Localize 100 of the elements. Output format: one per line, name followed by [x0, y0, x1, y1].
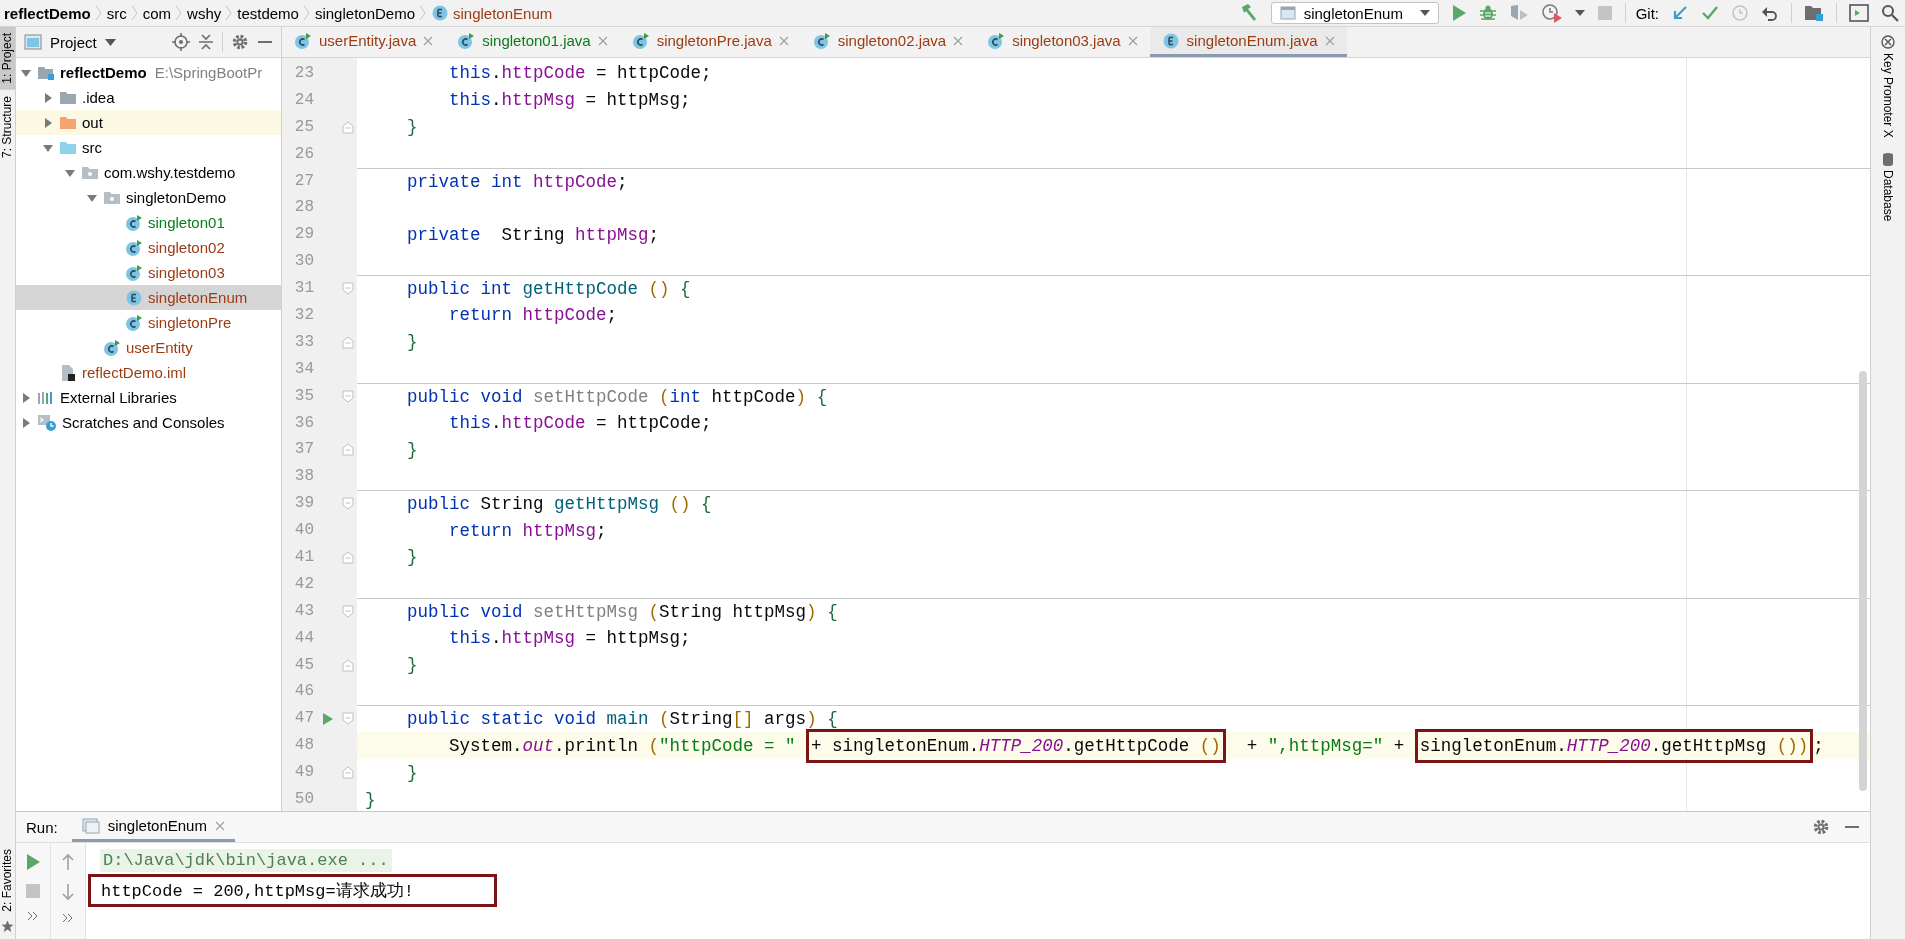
terminal-window-icon[interactable]	[1849, 4, 1869, 22]
tree-item[interactable]: singletonDemo	[16, 185, 281, 210]
tree-item[interactable]: com.wshy.testdemo	[16, 160, 281, 185]
panel-title-dropdown[interactable]: Project	[50, 33, 97, 51]
tool-window-button[interactable]: Key Promoter X	[1881, 53, 1895, 138]
stop-icon[interactable]	[1596, 5, 1613, 21]
enum-icon	[431, 4, 449, 22]
tree-item[interactable]: userEntity	[16, 335, 281, 360]
editor-tab[interactable]: singletonPre.java	[619, 27, 801, 57]
tree-item[interactable]: singleton02	[16, 235, 281, 260]
code-line: }	[406, 546, 418, 570]
checkmark-icon[interactable]	[1701, 4, 1719, 22]
class-icon	[125, 238, 143, 257]
line-number: 44	[293, 627, 314, 649]
crosshair-icon[interactable]	[172, 33, 190, 51]
code-line: public void setHttpMsg (String httpMsg) {	[406, 600, 838, 624]
search-icon[interactable]	[1881, 4, 1899, 22]
plugin-icon[interactable]	[1881, 35, 1895, 49]
tool-window-button[interactable]: 7: Structure	[0, 89, 15, 164]
gear-icon[interactable]	[1812, 818, 1830, 836]
tree-item[interactable]: reflectDemo E:\SpringBootPr	[16, 60, 281, 85]
breadcrumb-item[interactable]: reflectDemo	[4, 4, 91, 22]
update-arrow-icon[interactable]	[1671, 4, 1689, 22]
database-icon[interactable]	[1882, 151, 1894, 166]
tree-item[interactable]: .idea	[16, 85, 281, 110]
collapse-all-icon[interactable]	[198, 33, 214, 51]
line-number: 24	[293, 89, 314, 111]
breadcrumb-item[interactable]: testdemo	[237, 4, 299, 22]
tree-item[interactable]: reflectDemo.iml	[16, 360, 281, 385]
stop-icon[interactable]	[25, 883, 41, 899]
up-arrow-icon[interactable]	[61, 853, 75, 871]
breadcrumb-item[interactable]: com	[142, 4, 172, 22]
tool-window-button[interactable]: 2: Favorites	[0, 843, 15, 918]
close-icon[interactable]	[953, 35, 964, 46]
collapsed-arrow-icon[interactable]	[42, 116, 54, 129]
fold-marker-icon[interactable]	[342, 550, 354, 564]
editor-tab[interactable]: singleton03.java	[975, 27, 1150, 57]
code-line: return httpMsg;	[448, 519, 607, 543]
editor-tab[interactable]: singleton01.java	[445, 27, 620, 57]
coverage-icon[interactable]	[1508, 4, 1529, 22]
breadcrumb-item[interactable]: singletonEnum	[431, 4, 553, 22]
fold-marker-icon[interactable]	[342, 712, 354, 726]
breadcrumb-item[interactable]: wshy	[187, 4, 222, 22]
run-config-dropdown[interactable]: singletonEnum	[1270, 2, 1439, 24]
editor-tab[interactable]: singletonEnum.java	[1149, 27, 1347, 57]
collapsed-arrow-icon[interactable]	[42, 91, 54, 104]
collapsed-arrow-icon[interactable]	[20, 416, 32, 429]
editor-tab[interactable]: singleton02.java	[800, 27, 976, 57]
code-line: this.httpMsg = httpMsg;	[448, 627, 691, 651]
run-icon[interactable]	[1450, 4, 1467, 22]
close-icon[interactable]	[214, 820, 225, 831]
collapsed-arrow-icon[interactable]	[20, 391, 32, 404]
profiler-icon[interactable]	[1540, 3, 1563, 23]
fold-marker-icon[interactable]	[342, 604, 354, 618]
run-icon[interactable]	[25, 853, 41, 871]
tool-window-button[interactable]: 1: Project	[0, 27, 15, 90]
close-icon[interactable]	[1127, 35, 1138, 46]
tree-item[interactable]: Scratches and Consoles	[16, 410, 281, 435]
close-icon[interactable]	[1324, 35, 1335, 46]
tree-item[interactable]: out	[16, 110, 281, 135]
tree-item[interactable]: External Libraries	[16, 385, 281, 410]
more-icon[interactable]	[27, 911, 39, 921]
tree-item[interactable]: src	[16, 135, 281, 160]
editor-tab[interactable]: userEntity.java	[282, 27, 446, 57]
fold-marker-icon[interactable]	[342, 389, 354, 403]
caret-icon[interactable]	[1574, 10, 1585, 16]
chevron-separator-icon	[130, 3, 139, 23]
enum-icon	[1161, 31, 1180, 50]
fold-marker-icon[interactable]	[342, 282, 354, 296]
close-icon[interactable]	[423, 35, 434, 46]
fold-marker-icon[interactable]	[342, 658, 354, 672]
fold-marker-icon[interactable]	[342, 766, 354, 780]
code-line: }	[406, 438, 418, 462]
gear-icon[interactable]	[231, 33, 249, 51]
tree-item[interactable]: singletonEnum	[16, 285, 281, 310]
breadcrumb-item[interactable]: src	[106, 4, 127, 22]
close-icon[interactable]	[597, 35, 608, 46]
package-icon	[103, 189, 121, 206]
star-icon[interactable]	[1, 920, 14, 933]
folder-icon[interactable]	[1804, 4, 1824, 22]
close-icon[interactable]	[778, 35, 789, 46]
tool-window-button[interactable]: Database	[1881, 169, 1895, 222]
tree-item[interactable]: singleton03	[16, 260, 281, 285]
more-icon[interactable]	[62, 913, 74, 923]
down-arrow-icon[interactable]	[61, 883, 75, 901]
scrollbar-thumb[interactable]	[1859, 371, 1867, 791]
fold-marker-icon[interactable]	[342, 443, 354, 457]
line-number: 42	[293, 573, 314, 595]
history-icon[interactable]	[1731, 4, 1749, 22]
run-gutter-icon[interactable]	[322, 711, 334, 726]
bug-icon[interactable]	[1478, 4, 1497, 22]
line-number: 47	[293, 708, 314, 730]
breadcrumb-item[interactable]: singletonDemo	[314, 4, 415, 22]
tree-item[interactable]: singleton01	[16, 210, 281, 235]
line-number: 40	[293, 520, 314, 542]
caret-icon[interactable]	[104, 38, 116, 46]
fold-marker-icon[interactable]	[342, 335, 354, 349]
fold-marker-icon[interactable]	[342, 497, 354, 511]
tree-item[interactable]: singletonPre	[16, 310, 281, 335]
fold-marker-icon[interactable]	[342, 120, 354, 134]
